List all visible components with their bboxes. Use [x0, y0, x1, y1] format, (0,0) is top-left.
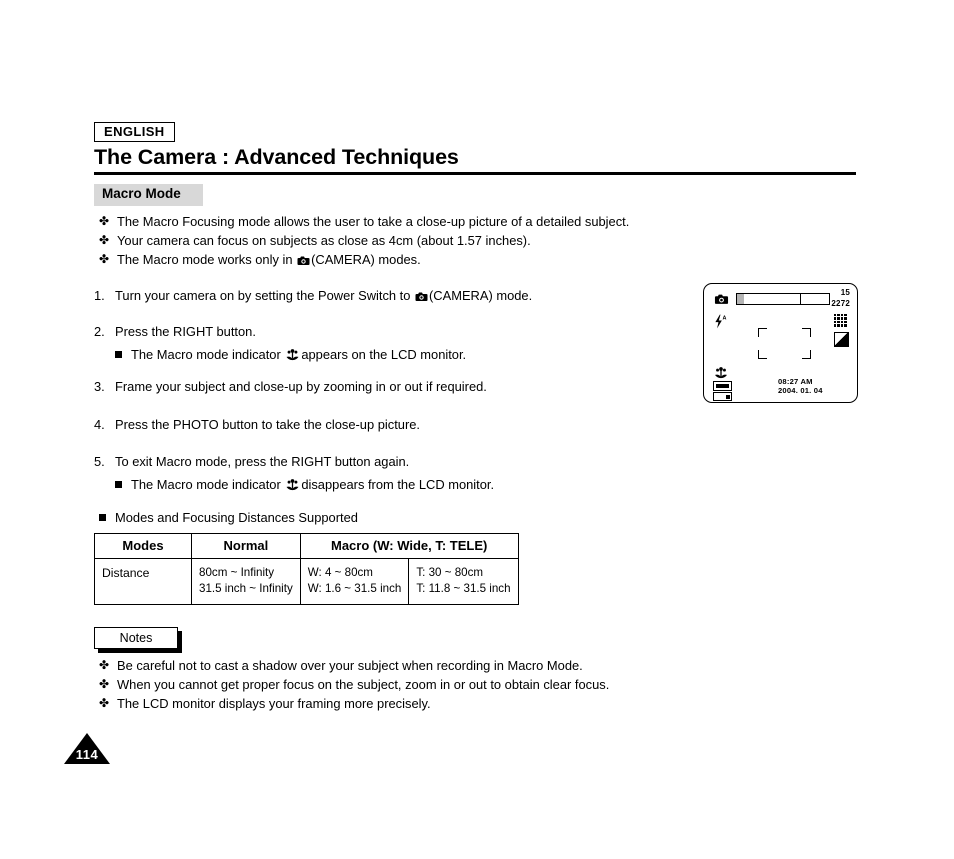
cell-macro-distance: W: 4 ~ 80cm W: 1.6 ~ 31.5 inch T: 30 ~ 8…: [299, 558, 519, 605]
list-item: ✤ Your camera can focus on subjects as c…: [99, 231, 629, 250]
language-badge: ENGLISH: [94, 122, 175, 142]
lcd-time: 08:27 AM: [778, 377, 813, 386]
lcd-monitor-illustration: 15 2272 A 08:27 AM 2004. 01. 04: [703, 283, 858, 403]
battery-icon: [713, 381, 732, 391]
quality-level-icon: [834, 332, 849, 347]
macro-tele-cm: T: 30 ~ 80cm: [416, 566, 484, 579]
normal-distance-cm: 80cm ~ Infinity: [199, 566, 275, 579]
macro-wide-inch: W: 1.6 ~ 31.5 inch: [307, 581, 402, 595]
notes-label-text: Notes: [119, 631, 153, 645]
list-item: ✤ The Macro Focusing mode allows the use…: [99, 212, 629, 231]
bullet-text: When you cannot get proper focus on the …: [117, 677, 610, 692]
zoom-bar-fill: [737, 294, 744, 304]
table-section-heading: Modes and Focusing Distances Supported: [99, 508, 358, 527]
manual-page: ENGLISH The Camera : Advanced Techniques…: [0, 0, 954, 859]
page-number-text: 114: [75, 747, 99, 762]
notes-label-box: Notes: [94, 627, 178, 649]
list-item: ✤ When you cannot get proper focus on th…: [99, 675, 609, 694]
section-heading: Macro Mode: [94, 184, 203, 206]
page-title: The Camera : Advanced Techniques: [94, 145, 459, 169]
cell-normal-distance: 80cm ~ Infinity 31.5 inch ~ Infinity: [191, 558, 301, 605]
zoom-bar-divider: [800, 294, 802, 304]
list-item: ✤ The LCD monitor displays your framing …: [99, 694, 609, 713]
step-text: Frame your subject and close-up by zoomi…: [115, 379, 487, 394]
step-4: 4. Press the PHOTO button to take the cl…: [94, 415, 420, 434]
step-1: 1. Turn your camera on by setting the Po…: [94, 286, 532, 305]
title-divider: [94, 172, 856, 175]
resolution-label: 2272: [831, 299, 850, 308]
camera-icon: [297, 252, 310, 265]
table-header-row: Modes Normal Macro (W: Wide, T: TELE): [94, 533, 519, 559]
list-item: ✤ Be careful not to cast a shadow over y…: [99, 656, 609, 675]
step-5: 5. To exit Macro mode, press the RIGHT b…: [94, 452, 494, 494]
column-header-macro: Macro (W: Wide, T: TELE): [299, 533, 519, 559]
step-2: 2. Press the RIGHT button. The Macro mod…: [94, 322, 466, 364]
list-item: ✤ The Macro mode works only in (CAMERA) …: [99, 250, 629, 269]
camera-icon: [415, 288, 428, 301]
page-number: 114: [64, 733, 110, 764]
battery-level-fill: [716, 384, 729, 388]
svg-text:A: A: [723, 315, 727, 321]
memory-card-notch: [725, 394, 730, 399]
flash-auto-icon: A: [713, 314, 728, 329]
step-substep: The Macro mode indicator disappears from…: [94, 475, 494, 494]
bullet-marker-icon: ✤: [99, 677, 110, 691]
substep-text: The Macro mode indicator appears on the …: [131, 347, 467, 362]
step-3: 3. Frame your subject and close-up by zo…: [94, 377, 487, 396]
bullet-marker-icon: ✤: [99, 658, 110, 672]
focus-frame-corner-icon: [802, 328, 811, 337]
step-number: 1.: [94, 288, 105, 303]
bullet-marker-icon: ✤: [99, 214, 110, 228]
macro-wide-group: W: 4 ~ 80cm W: 1.6 ~ 31.5 inch: [301, 559, 410, 604]
zoom-bar: [736, 293, 830, 305]
memory-card-icon: [713, 392, 732, 401]
macro-wide-cm: W: 4 ~ 80cm: [307, 566, 373, 579]
row-label-text: Distance: [102, 566, 150, 580]
bullet-text: Be careful not to cast a shadow over you…: [117, 658, 583, 673]
bullet-text: The LCD monitor displays your framing mo…: [117, 696, 431, 711]
step-text: Press the RIGHT button.: [115, 324, 256, 339]
step-number: 5.: [94, 454, 105, 469]
table-heading-text: Modes and Focusing Distances Supported: [115, 510, 358, 525]
lcd-date: 2004. 01. 04: [778, 386, 823, 395]
cell-row-label: Distance: [94, 558, 192, 605]
bullet-text: Your camera can focus on subjects as clo…: [117, 233, 531, 248]
step-number: 4.: [94, 417, 105, 432]
substep-text: The Macro mode indicator disappears from…: [131, 477, 495, 492]
focus-frame-corner-icon: [758, 328, 767, 337]
bullet-text: The Macro mode works only in (CAMERA) mo…: [117, 252, 421, 267]
quality-grid-icon: [834, 314, 849, 328]
square-bullet-icon: [115, 481, 122, 488]
step-number: 3.: [94, 379, 105, 394]
shots-remaining-count: 15: [840, 288, 850, 297]
step-text: Press the PHOTO button to take the close…: [115, 417, 420, 432]
normal-distance-inch: 31.5 inch ~ Infinity: [199, 581, 293, 595]
intro-bullet-list: ✤ The Macro Focusing mode allows the use…: [99, 212, 629, 269]
macro-flower-icon: [714, 366, 728, 380]
macro-tele-group: T: 30 ~ 80cm T: 11.8 ~ 31.5 inch: [409, 559, 517, 604]
macro-flower-icon: [286, 478, 299, 492]
notes-bullet-list: ✤ Be careful not to cast a shadow over y…: [99, 656, 609, 713]
focus-frame-corner-icon: [802, 350, 811, 359]
bullet-text: The Macro Focusing mode allows the user …: [117, 214, 630, 229]
table-row: Distance 80cm ~ Infinity 31.5 inch ~ Inf…: [94, 558, 519, 605]
square-bullet-icon: [115, 351, 122, 358]
step-number: 2.: [94, 324, 105, 339]
square-bullet-icon: [99, 514, 106, 521]
bullet-marker-icon: ✤: [99, 696, 110, 710]
focus-frame-corner-icon: [758, 350, 767, 359]
column-header-normal: Normal: [191, 533, 301, 559]
step-text: Turn your camera on by setting the Power…: [115, 288, 533, 303]
bullet-marker-icon: ✤: [99, 233, 110, 247]
record-camera-icon: [714, 292, 729, 304]
column-header-modes: Modes: [94, 533, 192, 559]
step-text: To exit Macro mode, press the RIGHT butt…: [115, 454, 410, 469]
macro-tele-inch: T: 11.8 ~ 31.5 inch: [416, 581, 511, 595]
focusing-distance-table: Modes Normal Macro (W: Wide, T: TELE) Di…: [94, 533, 519, 605]
step-substep: The Macro mode indicator appears on the …: [94, 345, 466, 364]
macro-flower-icon: [286, 348, 299, 362]
bullet-marker-icon: ✤: [99, 252, 110, 266]
